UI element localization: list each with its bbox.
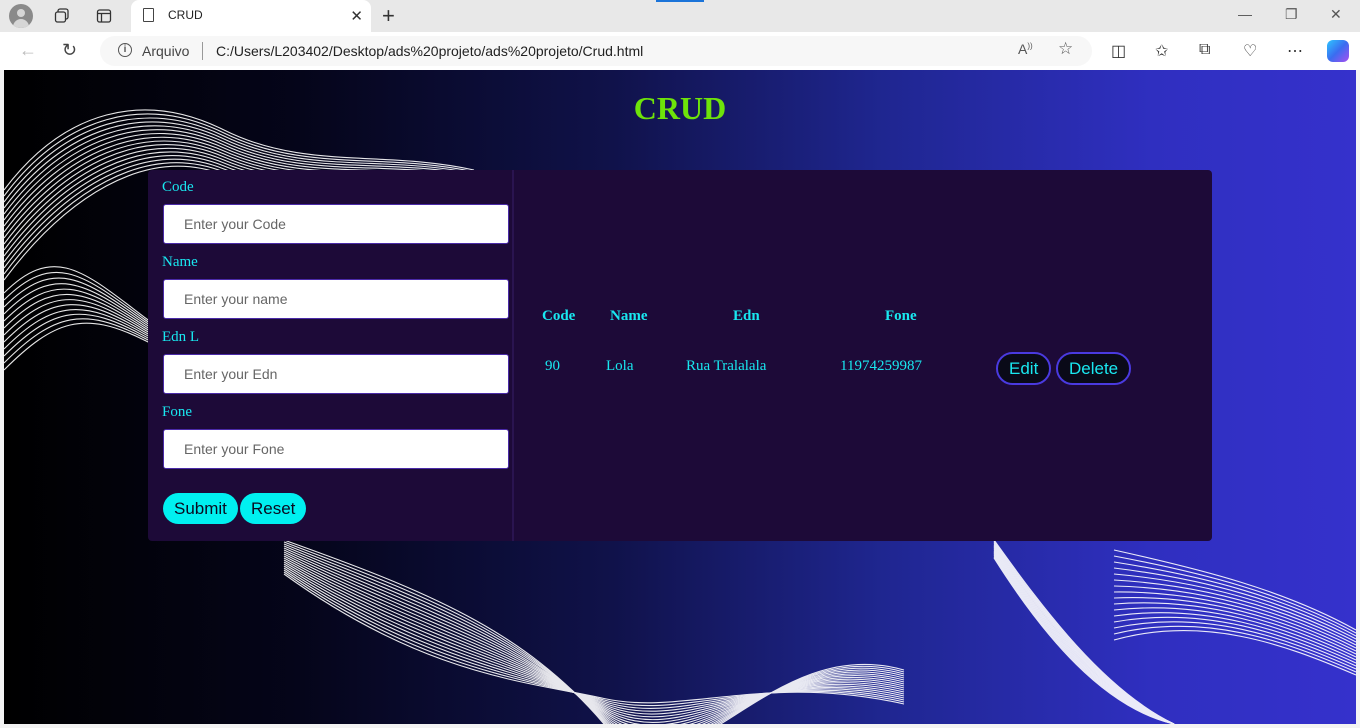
header-fone: Fone [885, 308, 917, 324]
name-input[interactable] [163, 279, 509, 319]
tab-actions-icon[interactable] [94, 6, 114, 26]
cell-name: Lola [606, 358, 634, 374]
submit-button[interactable]: Submit [163, 493, 238, 524]
tab-crud[interactable]: CRUD ✕ [131, 0, 371, 32]
page-title: CRUD [633, 90, 727, 126]
header-name: Name [610, 308, 648, 324]
split-screen-icon[interactable]: ◫ [1111, 41, 1126, 61]
restore-icon[interactable]: ❐ [1285, 6, 1298, 23]
window-indicator [656, 0, 704, 2]
code-input[interactable] [163, 204, 509, 244]
close-tab-icon[interactable]: ✕ [350, 7, 363, 25]
read-aloud-icon[interactable]: A)) [1018, 41, 1033, 57]
reset-button[interactable]: Reset [240, 493, 307, 524]
page-viewport: CRUD Code Name Edn L Fone Submit Reset C… [4, 70, 1356, 724]
records-table: Code Name Edn Fone 90 Lola Rua Tralalala… [514, 170, 1212, 541]
header-edn: Edn [733, 308, 760, 324]
workspaces-icon[interactable] [52, 6, 72, 26]
refresh-icon[interactable]: ↻ [62, 40, 77, 61]
fone-input[interactable] [163, 429, 509, 469]
crud-form: Code Name Edn L Fone Submit Reset [148, 170, 512, 541]
edn-input[interactable] [163, 354, 509, 394]
header-code: Code [542, 308, 576, 324]
info-icon[interactable]: i [118, 43, 132, 57]
edit-button[interactable]: Edit [996, 352, 1052, 385]
collections-icon[interactable]: ⧉ [1199, 41, 1210, 59]
copilot-icon[interactable] [1327, 40, 1349, 62]
name-label: Name [162, 254, 198, 270]
favorite-star-icon[interactable]: ☆ [1058, 39, 1073, 59]
document-icon [143, 8, 154, 22]
favorites-icon[interactable]: ✩ [1155, 41, 1168, 61]
close-window-icon[interactable]: ✕ [1330, 6, 1342, 23]
browser-essentials-icon[interactable]: ♡ [1243, 41, 1257, 61]
tab-title: CRUD [168, 8, 203, 22]
crud-panel: Code Name Edn L Fone Submit Reset Code N… [148, 170, 1212, 541]
cell-code: 90 [545, 358, 560, 374]
address-prefix: Arquivo [142, 43, 190, 59]
cell-fone: 11974259987 [840, 358, 922, 374]
back-arrow-icon[interactable]: ← [19, 40, 37, 61]
delete-button[interactable]: Delete [1056, 352, 1132, 385]
code-label: Code [162, 179, 194, 195]
browser-toolbar: ← ↻ i Arquivo C:/Users/L203402/Desktop/a… [0, 32, 1360, 70]
new-tab-icon[interactable]: + [382, 3, 395, 29]
profile-avatar-icon[interactable] [9, 4, 33, 28]
address-separator [202, 42, 203, 60]
browser-window: CRUD ✕ + — ❐ ✕ ← ↻ i Arquivo C:/Users/L2… [0, 0, 1360, 728]
edn-label: Edn L [162, 329, 200, 345]
minimize-icon[interactable]: — [1238, 6, 1252, 22]
more-options-icon[interactable]: ⋯ [1287, 41, 1303, 61]
tab-strip: CRUD ✕ + — ❐ ✕ [0, 0, 1360, 32]
url-text[interactable]: C:/Users/L203402/Desktop/ads%20projeto/a… [216, 43, 643, 59]
cell-edn: Rua Tralalala [686, 358, 767, 374]
address-bar[interactable]: i Arquivo C:/Users/L203402/Desktop/ads%2… [100, 36, 1092, 66]
fone-label: Fone [162, 404, 192, 420]
